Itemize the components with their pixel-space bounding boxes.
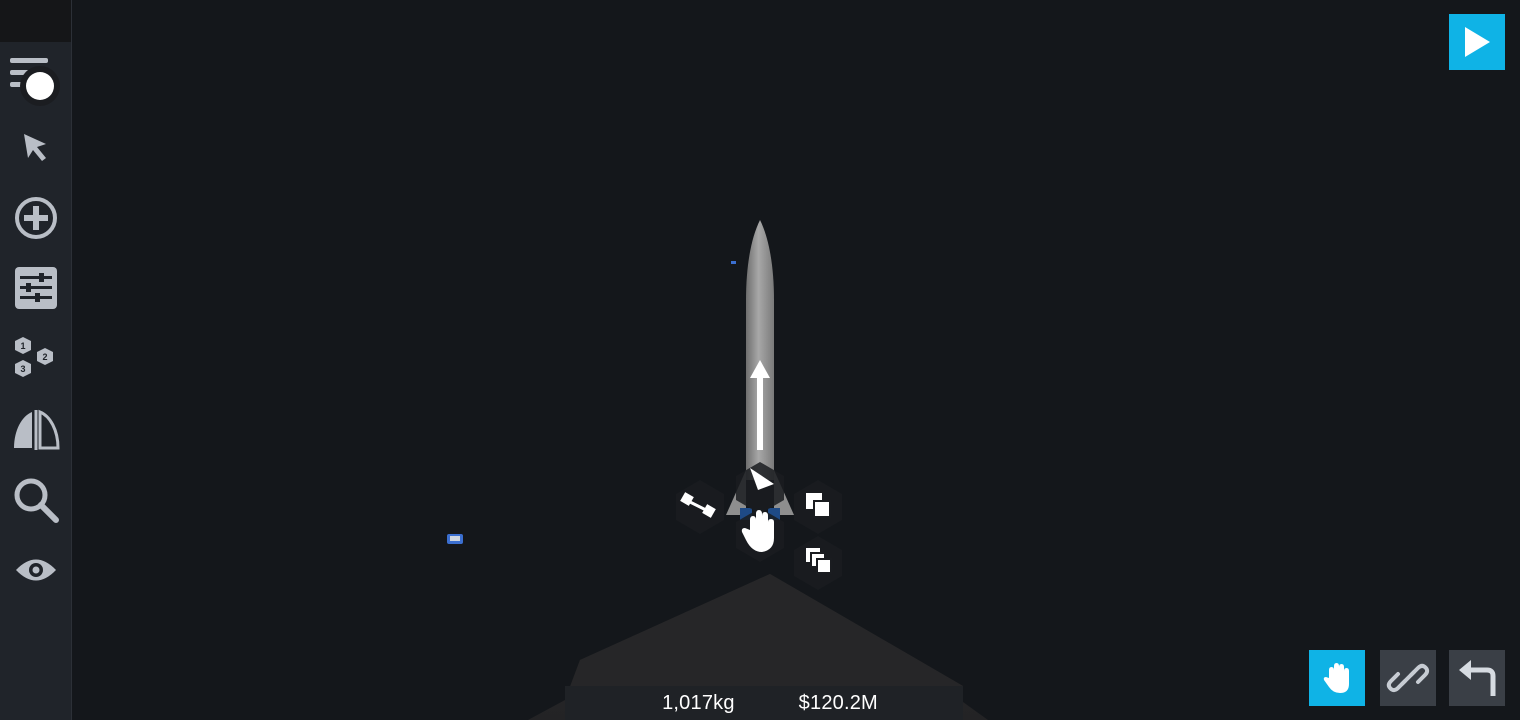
sliders-icon <box>14 267 57 309</box>
sidebar-header <box>0 0 71 42</box>
symmetry-icon <box>13 409 60 450</box>
undo-button[interactable] <box>1449 650 1505 706</box>
staging-hex-icon: 1 2 3 <box>14 337 53 377</box>
svg-text:2: 2 <box>42 352 47 362</box>
add-circle-icon <box>14 197 57 239</box>
symmetry-button[interactable] <box>0 400 71 460</box>
duplicate-gizmo-button[interactable] <box>794 480 842 534</box>
sidebar: 1 2 3 <box>0 0 72 720</box>
craft-stats: 1,017kg $120.2M <box>570 686 970 720</box>
select-tool-button[interactable] <box>0 118 71 178</box>
play-icon <box>1465 27 1490 57</box>
undo-icon <box>1459 660 1496 696</box>
link-icon <box>1386 663 1430 693</box>
menu-button[interactable] <box>0 48 71 108</box>
menu-icon <box>9 58 60 106</box>
move-mode-button[interactable] <box>1309 650 1365 706</box>
launch-play-button[interactable] <box>1449 14 1505 70</box>
staging-button[interactable]: 1 2 3 <box>0 328 71 388</box>
connect-mode-button[interactable] <box>1380 650 1436 706</box>
cost-readout: $120.2M <box>798 691 878 714</box>
add-part-button[interactable] <box>0 188 71 248</box>
mass-readout: 1,017kg <box>662 691 735 714</box>
svg-text:1: 1 <box>20 341 25 351</box>
detached-part[interactable] <box>447 534 463 544</box>
eye-icon <box>15 559 56 581</box>
zoom-button[interactable] <box>0 470 71 530</box>
duplicate-assembly-gizmo-button[interactable] <box>794 536 842 590</box>
cursor-arrow-icon <box>23 134 46 161</box>
view-button[interactable] <box>0 540 71 600</box>
tiny-part[interactable] <box>731 261 736 264</box>
hand-icon <box>1323 663 1349 693</box>
part-properties-button[interactable] <box>0 258 71 318</box>
magnifier-icon <box>14 478 59 523</box>
attach-gizmo-button[interactable] <box>676 480 724 534</box>
svg-text:3: 3 <box>20 364 25 374</box>
build-canvas[interactable] <box>0 0 1520 720</box>
